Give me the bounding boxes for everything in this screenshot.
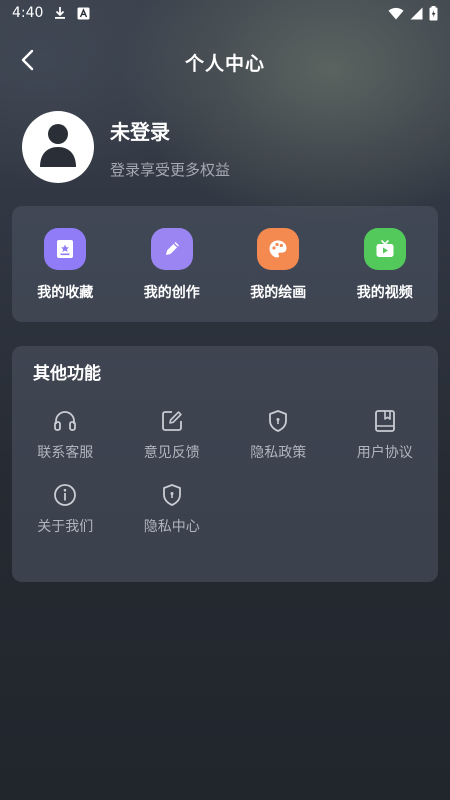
info-icon	[52, 482, 78, 508]
quick-action-label: 我的收藏	[37, 285, 94, 301]
quick-action-paintings[interactable]: 我的绘画	[225, 228, 332, 322]
function-privacy-center[interactable]: 隐私中心	[119, 482, 226, 536]
quick-action-videos[interactable]: 我的视频	[332, 228, 439, 322]
function-label: 意见反馈	[143, 445, 200, 461]
function-privacy-policy[interactable]: 隐私政策	[225, 408, 332, 462]
shield-icon	[159, 482, 185, 508]
app-header: 个人中心	[0, 40, 450, 84]
other-functions-card: 其他功能 联系客服 意见反馈 隐私政策 用户协议 关于我们 隐私中心	[12, 346, 438, 582]
signal-icon	[410, 7, 423, 20]
function-about-us[interactable]: 关于我们	[12, 482, 119, 536]
quick-action-label: 我的绘画	[250, 285, 307, 301]
headphones-icon	[52, 408, 78, 434]
back-button[interactable]	[14, 48, 42, 76]
function-label: 联系客服	[37, 445, 94, 461]
avatar[interactable]	[22, 111, 94, 183]
quick-actions-card: 我的收藏 我的创作 我的绘画 我的视频	[12, 206, 438, 322]
profile-subtitle: 登录享受更多权益	[110, 161, 231, 179]
tv-play-icon	[363, 228, 406, 270]
agreement-book-icon	[372, 408, 398, 434]
profile-section[interactable]: 未登录 登录享受更多权益	[22, 111, 428, 183]
status-time: 4:40	[12, 5, 44, 21]
palette-icon	[257, 228, 300, 270]
quick-action-label: 我的视频	[356, 285, 413, 301]
status-bar: 4:40	[0, 0, 450, 26]
download-icon	[53, 6, 67, 20]
user-silhouette-icon	[38, 123, 78, 171]
function-contact-support[interactable]: 联系客服	[12, 408, 119, 462]
function-label: 用户协议	[356, 445, 413, 461]
quick-action-label: 我的创作	[143, 285, 200, 301]
section-title: 其他功能	[33, 364, 101, 384]
shield-icon	[265, 408, 291, 434]
quick-action-favorites[interactable]: 我的收藏	[12, 228, 119, 322]
wifi-icon	[388, 7, 404, 20]
function-user-agreement[interactable]: 用户协议	[332, 408, 439, 462]
battery-icon	[429, 5, 438, 21]
function-label: 关于我们	[37, 519, 94, 535]
functions-grid: 联系客服 意见反馈 隐私政策 用户协议 关于我们 隐私中心	[12, 408, 438, 536]
quick-action-creations[interactable]: 我的创作	[119, 228, 226, 322]
function-label: 隐私政策	[250, 445, 307, 461]
edit-feedback-icon	[159, 408, 185, 434]
function-feedback[interactable]: 意见反馈	[119, 408, 226, 462]
function-label: 隐私中心	[143, 519, 200, 535]
page-title: 个人中心	[184, 52, 265, 75]
chevron-left-icon	[20, 49, 36, 75]
a-box-icon	[77, 7, 90, 20]
profile-name[interactable]: 未登录	[110, 116, 230, 145]
favorites-icon	[44, 228, 87, 270]
pencil-icon	[150, 228, 193, 270]
